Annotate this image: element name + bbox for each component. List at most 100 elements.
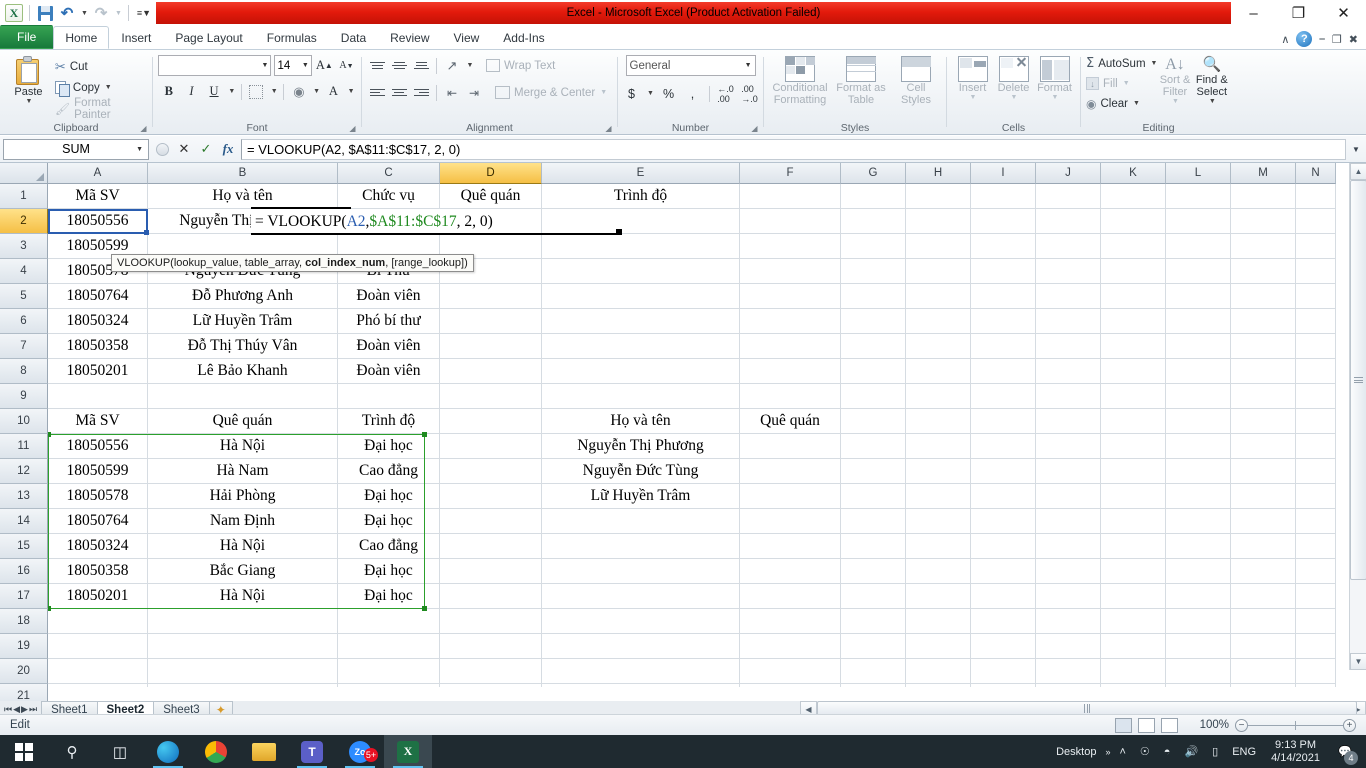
comma-style-button[interactable]: , <box>682 83 704 104</box>
font-name-input[interactable]: ▼ <box>158 55 272 76</box>
cell-K1[interactable] <box>1101 184 1166 209</box>
column-header-m[interactable]: M <box>1231 163 1296 184</box>
redo-dropdown[interactable]: ▼ <box>113 3 123 23</box>
cell-K13[interactable] <box>1101 484 1166 509</box>
cell-N16[interactable] <box>1296 559 1336 584</box>
cell-D21[interactable] <box>440 684 542 687</box>
cell-B8[interactable]: Lê Bảo Khanh <box>148 359 338 384</box>
align-left-button[interactable] <box>367 83 387 103</box>
cell-G13[interactable] <box>841 484 906 509</box>
cell-J12[interactable] <box>1036 459 1101 484</box>
cell-G19[interactable] <box>841 634 906 659</box>
cell-J10[interactable] <box>1036 409 1101 434</box>
taskbar-app-file-explorer[interactable] <box>240 735 288 768</box>
cell-D9[interactable] <box>440 384 542 409</box>
cell-A20[interactable] <box>48 659 148 684</box>
clear-button[interactable]: ◉ Clear ▼ <box>1086 94 1157 113</box>
cell-C7[interactable]: Đoàn viên <box>338 334 440 359</box>
cell-M2[interactable] <box>1231 209 1296 234</box>
column-header-n[interactable]: N <box>1296 163 1336 184</box>
cell-J7[interactable] <box>1036 334 1101 359</box>
cell-G3[interactable] <box>841 234 906 259</box>
cell-A19[interactable] <box>48 634 148 659</box>
cell-B6[interactable]: Lữ Huyền Trâm <box>148 309 338 334</box>
page-break-preview-button[interactable] <box>1160 717 1178 733</box>
cell-C13[interactable]: Đại học <box>338 484 440 509</box>
cell-I4[interactable] <box>971 259 1036 284</box>
cell-D13[interactable] <box>440 484 542 509</box>
row-header-16[interactable]: 16 <box>0 559 48 584</box>
cell-B15[interactable]: Hà Nội <box>148 534 338 559</box>
scroll-up-button[interactable]: ▲ <box>1350 163 1366 180</box>
task-view-button[interactable]: ◫ <box>96 735 144 768</box>
column-header-h[interactable]: H <box>906 163 971 184</box>
cell-I18[interactable] <box>971 609 1036 634</box>
cell-M15[interactable] <box>1231 534 1296 559</box>
fill-color-button[interactable]: ◉ <box>288 81 310 102</box>
tab-home[interactable]: Home <box>53 26 110 49</box>
cell-I10[interactable] <box>971 409 1036 434</box>
cell-F18[interactable] <box>740 609 841 634</box>
vertical-scrollbar[interactable]: ▲ ▼ <box>1349 163 1366 670</box>
tray-battery-icon[interactable]: ▯ <box>1205 735 1225 768</box>
chevron-down-icon[interactable]: ▼ <box>25 98 32 105</box>
cell-L20[interactable] <box>1166 659 1231 684</box>
column-header-g[interactable]: G <box>841 163 906 184</box>
cell-K8[interactable] <box>1101 359 1166 384</box>
autosum-button[interactable]: Σ AutoSum ▼ <box>1086 54 1157 73</box>
cell-D5[interactable] <box>440 284 542 309</box>
tray-expand-button[interactable]: ˄ <box>1112 735 1132 768</box>
cell-F4[interactable] <box>740 259 841 284</box>
row-header-18[interactable]: 18 <box>0 609 48 634</box>
cell-I14[interactable] <box>971 509 1036 534</box>
row-header-12[interactable]: 12 <box>0 459 48 484</box>
cell-F5[interactable] <box>740 284 841 309</box>
cell-H17[interactable] <box>906 584 971 609</box>
cell-I3[interactable] <box>971 234 1036 259</box>
cell-A6[interactable]: 18050324 <box>48 309 148 334</box>
cell-B16[interactable]: Bắc Giang <box>148 559 338 584</box>
row-header-13[interactable]: 13 <box>0 484 48 509</box>
fill-button[interactable]: ↓ Fill ▼ <box>1086 74 1157 93</box>
tab-formulas[interactable]: Formulas <box>255 26 329 49</box>
cell-I8[interactable] <box>971 359 1036 384</box>
row-header-11[interactable]: 11 <box>0 434 48 459</box>
cell-N3[interactable] <box>1296 234 1336 259</box>
cell-M17[interactable] <box>1231 584 1296 609</box>
borders-button[interactable] <box>246 81 268 102</box>
maximize-restore-button[interactable]: ❐ <box>1276 0 1321 26</box>
tab-insert[interactable]: Insert <box>109 26 163 49</box>
cell-N14[interactable] <box>1296 509 1336 534</box>
cell-N4[interactable] <box>1296 259 1336 284</box>
row-header-5[interactable]: 5 <box>0 284 48 309</box>
cell-N9[interactable] <box>1296 384 1336 409</box>
cell-B9[interactable] <box>148 384 338 409</box>
cell-E5[interactable] <box>542 284 740 309</box>
cell-C11[interactable]: Đại học <box>338 434 440 459</box>
cell-I2[interactable] <box>971 209 1036 234</box>
chevron-down-icon[interactable]: ▼ <box>970 94 977 101</box>
zoom-in-button[interactable]: + <box>1343 718 1356 732</box>
insert-cells-button[interactable]: Insert ▼ <box>952 54 993 120</box>
cell-F1[interactable] <box>740 184 841 209</box>
cell-M16[interactable] <box>1231 559 1296 584</box>
cell-M14[interactable] <box>1231 509 1296 534</box>
cell-E4[interactable] <box>542 259 740 284</box>
cell-B5[interactable]: Đỗ Phương Anh <box>148 284 338 309</box>
increase-decimal-button[interactable]: ←.0.00 <box>715 83 737 104</box>
cell-N7[interactable] <box>1296 334 1336 359</box>
conditional-formatting-button[interactable]: Conditional Formatting <box>770 54 830 120</box>
cell-I17[interactable] <box>971 584 1036 609</box>
font-dialog-launcher[interactable]: ◢ <box>347 123 358 134</box>
cell-F7[interactable] <box>740 334 841 359</box>
cell-C5[interactable]: Đoàn viên <box>338 284 440 309</box>
cell-M6[interactable] <box>1231 309 1296 334</box>
cell-J1[interactable] <box>1036 184 1101 209</box>
orientation-dropdown[interactable]: ▼ <box>464 55 475 76</box>
taskbar-app-zoom[interactable]: Zo 5+ <box>336 735 384 768</box>
cell-B13[interactable]: Hải Phòng <box>148 484 338 509</box>
cell-F17[interactable] <box>740 584 841 609</box>
cell-H16[interactable] <box>906 559 971 584</box>
cell-N2[interactable] <box>1296 209 1336 234</box>
cell-K16[interactable] <box>1101 559 1166 584</box>
